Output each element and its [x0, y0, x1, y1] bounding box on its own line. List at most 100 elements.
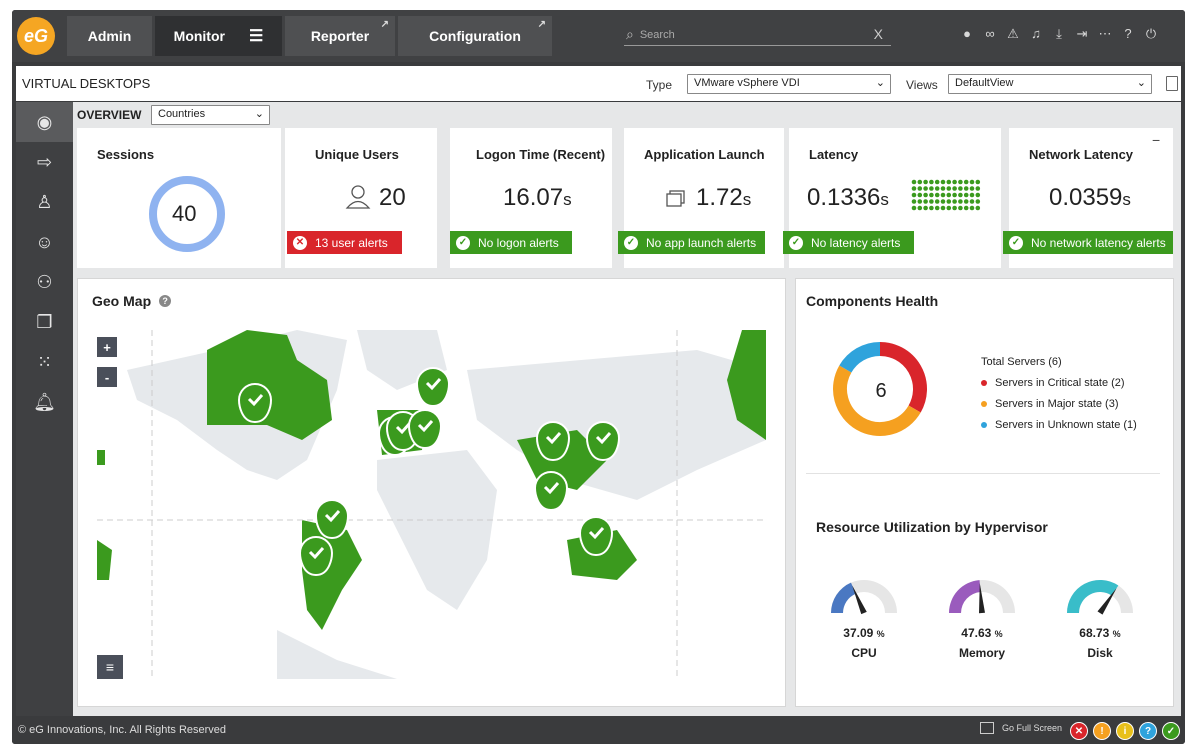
tab-monitor[interactable]: Monitor ☰ — [155, 16, 282, 56]
tab-admin[interactable]: Admin — [67, 16, 152, 56]
latency-alerts-badge[interactable]: ✓ No latency alerts — [783, 231, 914, 254]
search-box[interactable]: ⌕ Search X — [624, 24, 891, 46]
location-marker-icon[interactable] — [314, 499, 350, 540]
views-label: Views — [906, 78, 938, 92]
full-screen-button[interactable]: Go Full Screen — [980, 722, 1062, 734]
bell-icon[interactable]: ♫ — [1029, 26, 1043, 42]
more-icon[interactable]: ⋯ — [1098, 26, 1112, 42]
cpu-gauge[interactable]: 37.09 % CPU — [819, 579, 909, 660]
sidebar-item-user-desk[interactable]: ♙ — [16, 182, 73, 222]
latency-dot — [911, 192, 917, 198]
sidebar-item-logon[interactable]: ⇨ — [16, 142, 73, 182]
sidebar-item-applications[interactable]: ❐ — [16, 302, 73, 342]
location-marker-icon[interactable] — [533, 471, 569, 512]
zoom-out-button[interactable]: - — [97, 367, 117, 387]
major-dot-icon — [981, 400, 987, 407]
warning-icon[interactable]: ⚠ — [1006, 26, 1020, 42]
location-marker-icon[interactable] — [407, 409, 443, 450]
normal-status-button[interactable]: ✓ — [1162, 722, 1180, 740]
latency-dot — [923, 205, 928, 211]
location-marker-icon[interactable] — [415, 367, 451, 408]
users-icon: ☺ — [35, 231, 54, 252]
hamburger-icon[interactable]: ☰ — [249, 26, 263, 46]
sidebar-item-grid[interactable]: ⁙ — [16, 342, 73, 382]
map-menu-button[interactable]: ≡ — [97, 655, 123, 679]
sidebar-item-alerts[interactable]: 🔔︎ — [16, 382, 73, 422]
legend-item-major[interactable]: Servers in Major state (3) — [981, 393, 1137, 414]
fullscreen-icon — [980, 722, 994, 734]
type-select[interactable]: VMware vSphere VDI ⌄ — [687, 74, 891, 94]
latency-dot — [975, 179, 981, 185]
clear-search-icon[interactable]: X — [874, 26, 883, 42]
link-icon[interactable]: ∞ — [983, 26, 997, 42]
check-circle-icon: ✓ — [456, 235, 470, 250]
disk-gauge[interactable]: 68.73 % Disk — [1055, 579, 1145, 660]
document-icon[interactable] — [1166, 76, 1178, 91]
eg-logo[interactable]: eG — [17, 17, 55, 55]
unknown-status-button[interactable]: ? — [1139, 722, 1157, 740]
app-alerts-badge[interactable]: ✓ No app launch alerts — [618, 231, 765, 254]
help-icon[interactable]: ? — [159, 295, 172, 307]
tab-configuration[interactable]: Configuration ↗ — [398, 16, 552, 56]
location-marker-icon[interactable] — [578, 516, 614, 557]
check-circle-icon: ✓ — [624, 235, 638, 250]
download-icon[interactable]: ⤓ — [1052, 26, 1066, 42]
app-launch-title: Application Launch — [644, 147, 765, 162]
chevron-down-icon: ⌄ — [254, 108, 264, 120]
app-window: eG Admin Monitor ☰ Reporter ↗ Configuratio… — [12, 10, 1185, 744]
collapse-icon[interactable]: − — [1152, 132, 1160, 148]
legend-critical-label: Servers in Critical state (2) — [995, 376, 1125, 389]
disk-gauge-dial — [1067, 580, 1133, 615]
type-select-value: VMware vSphere VDI — [694, 77, 800, 89]
latency-card[interactable]: Latency 0.1336s ✓ No latency alerts — [783, 128, 1001, 268]
memory-gauge[interactable]: 47.63 % Memory — [937, 579, 1027, 660]
sidebar-item-overview[interactable]: ◉ — [16, 102, 73, 142]
latency-dot — [946, 205, 952, 211]
power-icon[interactable]: ⏻ — [1144, 26, 1158, 42]
latency-dot — [969, 192, 975, 198]
login-icon[interactable]: ⇥ — [1075, 26, 1089, 42]
tab-reporter[interactable]: Reporter ↗ — [285, 16, 395, 56]
user-icon[interactable]: ● — [960, 26, 974, 42]
external-link-icon: ↗ — [537, 19, 546, 30]
user-alerts-badge[interactable]: ✕ 13 user alerts — [287, 231, 402, 254]
latency-dot — [940, 179, 946, 185]
major-status-button[interactable]: ! — [1093, 722, 1111, 740]
donut-slice[interactable] — [839, 342, 881, 373]
overview-filter-select[interactable]: Countries ⌄ — [151, 105, 270, 125]
latency-dot — [958, 192, 963, 198]
check-circle-icon: ✓ — [789, 235, 803, 250]
search-input[interactable]: Search — [640, 29, 675, 41]
latency-dot — [946, 179, 952, 185]
logon-time-card[interactable]: Logon Time (Recent) 16.07s ✓ No logon ale… — [450, 128, 612, 268]
sidebar-item-hierarchy[interactable]: ⚇ — [16, 262, 73, 302]
user-alerts-text: 13 user alerts — [315, 235, 388, 250]
location-marker-icon[interactable] — [237, 383, 273, 424]
logon-alerts-badge[interactable]: ✓ No logon alerts — [450, 231, 572, 254]
latency-dot — [923, 192, 928, 198]
legend-item-critical[interactable]: Servers in Critical state (2) — [981, 372, 1137, 393]
location-marker-icon[interactable] — [535, 421, 571, 462]
resource-utilization-title: Resource Utilization by Hypervisor — [816, 519, 1048, 535]
sessions-card[interactable]: Sessions 40 — [77, 128, 281, 268]
location-marker-icon[interactable] — [585, 421, 621, 462]
zoom-in-button[interactable]: + — [97, 337, 117, 357]
latency-dot — [917, 192, 923, 198]
minor-status-button[interactable]: i — [1116, 722, 1134, 740]
cpu-value: 37.09 % — [819, 626, 909, 640]
unique-users-card[interactable]: Unique Users 20 ✕ 13 user alerts — [285, 128, 437, 268]
location-marker-icon[interactable] — [298, 536, 334, 577]
views-select[interactable]: DefaultView ⌄ — [948, 74, 1152, 94]
latency-dot — [934, 186, 940, 191]
network-alerts-badge[interactable]: ✓ No network latency alerts — [1003, 231, 1173, 254]
help-icon[interactable]: ? — [1121, 26, 1135, 42]
latency-dot — [969, 179, 975, 185]
top-icon-bar: ● ∞ ⚠ ♫ ⤓ ⇥ ⋯ ? ⏻ — [960, 26, 1158, 42]
legend-item-unknown[interactable]: Servers in Unknown state (1) — [981, 414, 1137, 435]
logon-time-title: Logon Time (Recent) — [476, 147, 606, 162]
network-latency-card[interactable]: Network Latency 0.0359s ✓ No network late… — [1003, 128, 1173, 268]
app-launch-card[interactable]: Application Launch 1.72s ✓ No app launch … — [618, 128, 784, 268]
sidebar-item-users[interactable]: ☺ — [16, 222, 73, 262]
logon-time-unit: s — [563, 190, 572, 209]
critical-status-button[interactable]: ✕ — [1070, 722, 1088, 740]
